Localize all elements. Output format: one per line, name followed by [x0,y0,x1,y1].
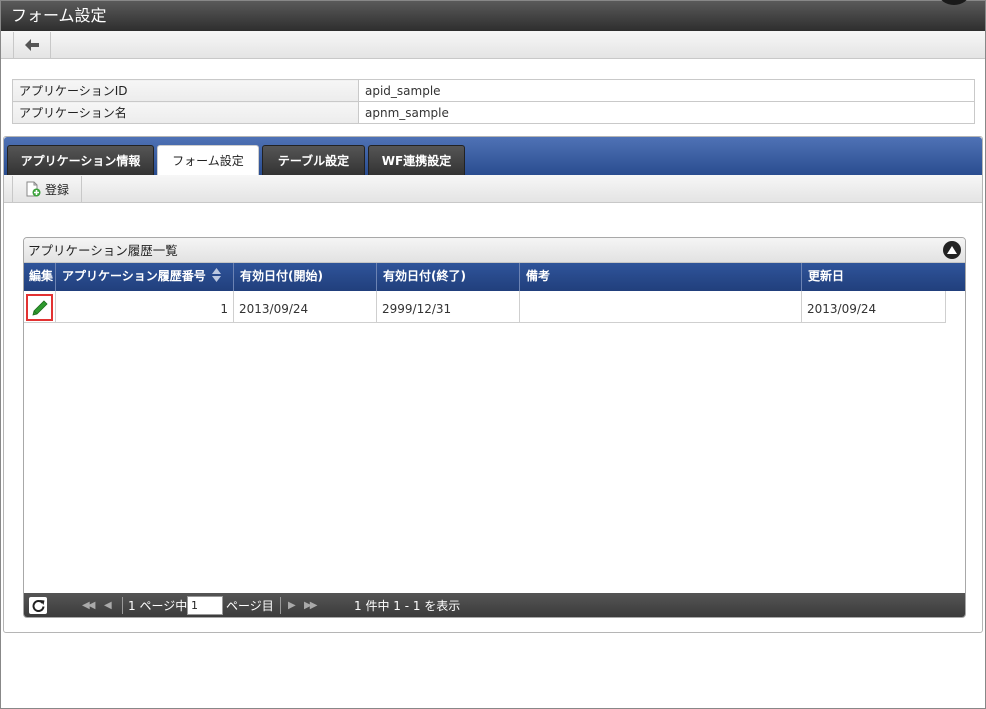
edit-cell [24,291,56,323]
back-button[interactable] [13,32,51,58]
history-number-cell: 1 [56,291,234,323]
record-summary: 1 件中 1 - 1 を表示 [354,599,461,613]
back-arrow-icon [25,39,39,51]
column-header-end-date: 有効日付(終了) [377,263,520,291]
column-header-start-date: 有効日付(開始) [234,263,377,291]
corner-decoration [939,0,969,5]
register-label: 登録 [45,182,70,197]
start-date-cell: 2013/09/24 [234,291,377,323]
app-name-label: アプリケーション名 [12,101,359,124]
window-title: フォーム設定 [11,6,107,25]
register-button[interactable]: 登録 [12,176,82,202]
column-header-note: 備考 [520,263,802,291]
end-date-cell: 2999/12/31 [377,291,520,323]
note-cell [520,291,802,323]
grid-header: 編集 アプリケーション履歴番号 有効日付(開始) 有効日付(終了) 備考 更新日 [24,263,965,291]
history-number-label: アプリケーション履歴番号 [62,269,206,283]
pencil-icon [31,299,48,316]
sort-icon[interactable] [211,268,221,282]
info-row-app-name: アプリケーション名 apnm_sample [12,101,975,124]
page-prefix: 1 ページ中 [128,599,188,613]
history-grid: アプリケーション履歴一覧 編集 アプリケーション履歴番号 有効日付(開始) 有効… [23,237,966,618]
page-number-input[interactable] [187,596,223,615]
application-info-table: アプリケーションID apid_sample アプリケーション名 apnm_sa… [12,79,975,124]
first-page-icon[interactable]: ◀◀ [82,593,95,617]
pager-bar: ◀◀ ◀ 1 ページ中 ページ目 ▶ ▶▶ 1 件中 1 - 1 を表示 [24,593,965,617]
grid-caption: アプリケーション履歴一覧 [24,238,965,263]
new-document-icon [26,181,41,197]
grid-caption-text: アプリケーション履歴一覧 [28,243,178,258]
tab-application-info[interactable]: アプリケーション情報 [7,145,154,175]
top-toolbar [1,31,985,59]
info-row-app-id: アプリケーションID apid_sample [12,79,975,102]
tab-table-settings[interactable]: テーブル設定 [262,145,365,175]
edit-button[interactable] [26,294,53,321]
app-id-label: アプリケーションID [12,79,359,102]
app-name-value: apnm_sample [358,101,975,124]
column-header-history-number[interactable]: アプリケーション履歴番号 [56,263,234,291]
pager-divider [122,597,123,614]
updated-cell: 2013/09/24 [807,302,877,316]
table-row: 1 2013/09/24 2999/12/31 2013/09/24 [24,291,946,323]
prev-page-icon[interactable]: ◀ [104,593,112,617]
tab-wf-settings[interactable]: WF連携設定 [368,145,465,175]
form-toolbar: 登録 [4,175,982,203]
column-header-edit: 編集 [24,263,56,291]
tab-panel: アプリケーション情報 フォーム設定 テーブル設定 WF連携設定 登録 アプリケー… [3,136,983,633]
window-titlebar: フォーム設定 [1,0,985,31]
tab-form-settings[interactable]: フォーム設定 [157,145,259,175]
refresh-button[interactable] [29,597,47,614]
refresh-icon [32,600,44,612]
last-page-icon[interactable]: ▶▶ [304,593,317,617]
tab-bar: アプリケーション情報 フォーム設定 テーブル設定 WF連携設定 [4,137,982,175]
pager-divider [280,597,281,614]
next-page-icon[interactable]: ▶ [288,593,296,617]
page-suffix: ページ目 [226,599,274,613]
collapse-up-icon[interactable] [943,241,961,259]
column-header-updated: 更新日 [808,269,845,283]
app-id-value: apid_sample [358,79,975,102]
